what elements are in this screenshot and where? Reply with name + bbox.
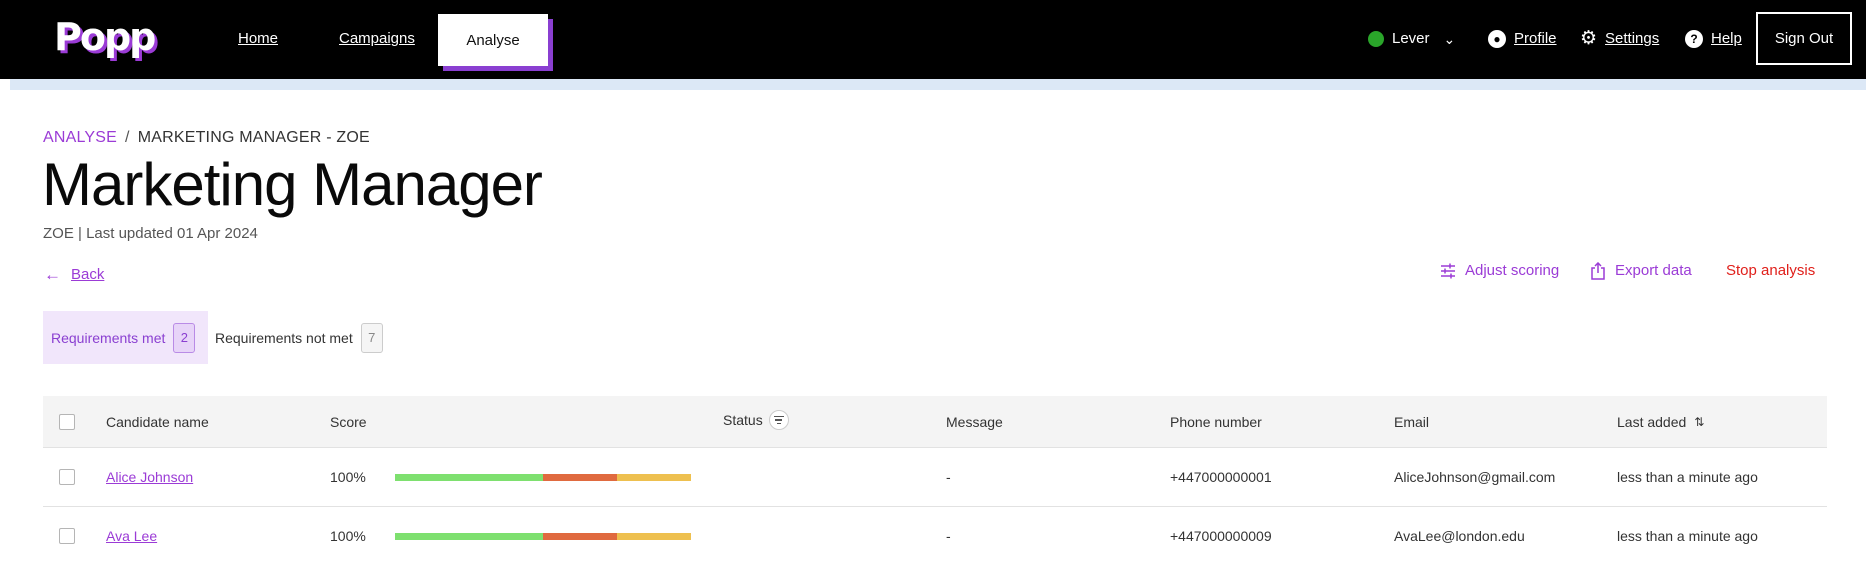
- score-segment-orange: [543, 533, 617, 540]
- column-header-last-added[interactable]: Last added ⇅: [1617, 413, 1704, 431]
- filter-icon[interactable]: [768, 410, 789, 430]
- candidate-name-link[interactable]: Alice Johnson: [106, 468, 193, 486]
- tab-requirements-not-met[interactable]: Requirements not met 7: [208, 311, 398, 364]
- question-circle-icon: ?: [1685, 30, 1703, 48]
- navbar-divider-strip: [10, 79, 1866, 90]
- status-header-label: Status: [723, 412, 763, 428]
- breadcrumb-separator: /: [125, 129, 130, 146]
- message-value: -: [946, 469, 951, 485]
- settings-label: Settings: [1605, 30, 1660, 47]
- tab-label: Requirements not met: [215, 329, 353, 346]
- column-header-phone: Phone number: [1170, 414, 1262, 430]
- breadcrumb-current: MARKETING MANAGER - ZOE: [137, 129, 370, 146]
- email-value: AvaLee@london.edu: [1394, 528, 1525, 544]
- last-added-value: less than a minute ago: [1617, 528, 1758, 544]
- nav-campaigns-link[interactable]: Campaigns: [339, 28, 415, 50]
- help-link[interactable]: ? Help: [1685, 28, 1742, 50]
- sliders-icon: [1441, 263, 1455, 279]
- arrow-left-icon: ←: [44, 265, 61, 284]
- message-value: -: [946, 528, 951, 544]
- help-label: Help: [1711, 30, 1742, 47]
- column-header-email: Email: [1394, 414, 1430, 430]
- settings-link[interactable]: ⚙ Settings: [1580, 28, 1659, 50]
- user-circle-icon: ●: [1488, 30, 1506, 48]
- phone-value: +447000000009: [1170, 528, 1272, 544]
- table-row: Ava Lee 100% - +447000000009 AvaLee@lond…: [43, 507, 1827, 566]
- phone-value: +447000000001: [1170, 469, 1272, 485]
- score-bar: [395, 474, 691, 481]
- count-badge: 2: [173, 322, 196, 353]
- stop-analysis-button[interactable]: Stop analysis: [1726, 261, 1815, 281]
- page-title: Marketing Manager: [42, 151, 543, 218]
- email-value: AliceJohnson@gmail.com: [1394, 469, 1556, 485]
- chevron-down-icon: ⌄: [1443, 31, 1456, 47]
- profile-label: Profile: [1514, 30, 1557, 47]
- breadcrumb-analyse-link[interactable]: ANALYSE: [43, 129, 117, 146]
- popp-logo[interactable]: Popp: [54, 15, 156, 59]
- top-navbar: Popp Home Campaigns Analyse Lever ⌄ ● Pr…: [0, 0, 1866, 79]
- score-segment-yellow: [617, 474, 691, 481]
- count-badge: 7: [360, 322, 383, 353]
- score-value: 100%: [330, 528, 366, 544]
- integration-selector[interactable]: Lever ⌄: [1368, 28, 1455, 50]
- adjust-scoring-button[interactable]: Adjust scoring: [1440, 261, 1559, 281]
- share-icon: [1591, 262, 1605, 280]
- score-segment-green: [395, 533, 543, 540]
- export-data-button[interactable]: Export data: [1590, 261, 1692, 281]
- last-added-header-label: Last added: [1617, 414, 1687, 430]
- tab-requirements-met[interactable]: Requirements met 2: [43, 311, 208, 364]
- score-value: 100%: [330, 469, 366, 485]
- row-checkbox[interactable]: [59, 528, 75, 544]
- sort-icon[interactable]: ⇅: [1694, 413, 1704, 431]
- breadcrumb: ANALYSE / MARKETING MANAGER - ZOE: [43, 128, 370, 148]
- table-row: Alice Johnson 100% - +447000000001 Alice…: [43, 448, 1827, 507]
- candidates-table-header: Candidate name Score Status Message Phon…: [43, 396, 1827, 448]
- column-header-score: Score: [330, 414, 367, 430]
- profile-link[interactable]: ● Profile: [1488, 28, 1557, 50]
- nav-analyse-tab[interactable]: Analyse: [438, 14, 548, 66]
- score-segment-green: [395, 474, 543, 481]
- column-header-status: Status: [723, 410, 789, 430]
- column-header-message: Message: [946, 414, 1003, 430]
- export-data-label: Export data: [1615, 262, 1692, 279]
- back-link[interactable]: ← Back: [44, 265, 104, 285]
- last-added-value: less than a minute ago: [1617, 469, 1758, 485]
- page-subtitle: ZOE | Last updated 01 Apr 2024: [43, 225, 258, 242]
- green-dot-icon: [1368, 31, 1384, 47]
- sign-out-button[interactable]: Sign Out: [1756, 12, 1852, 65]
- tab-label: Requirements met: [51, 329, 166, 346]
- score-bar: [395, 533, 691, 540]
- integration-label: Lever: [1392, 30, 1430, 47]
- candidate-name-link[interactable]: Ava Lee: [106, 527, 157, 545]
- back-label: Back: [71, 266, 105, 283]
- column-header-candidate-name: Candidate name: [106, 414, 209, 430]
- score-segment-yellow: [617, 533, 691, 540]
- gear-icon: ⚙: [1580, 28, 1598, 49]
- score-segment-orange: [543, 474, 617, 481]
- select-all-checkbox[interactable]: [59, 414, 75, 430]
- row-checkbox[interactable]: [59, 469, 75, 485]
- adjust-scoring-label: Adjust scoring: [1465, 262, 1560, 279]
- nav-home-link[interactable]: Home: [238, 28, 278, 50]
